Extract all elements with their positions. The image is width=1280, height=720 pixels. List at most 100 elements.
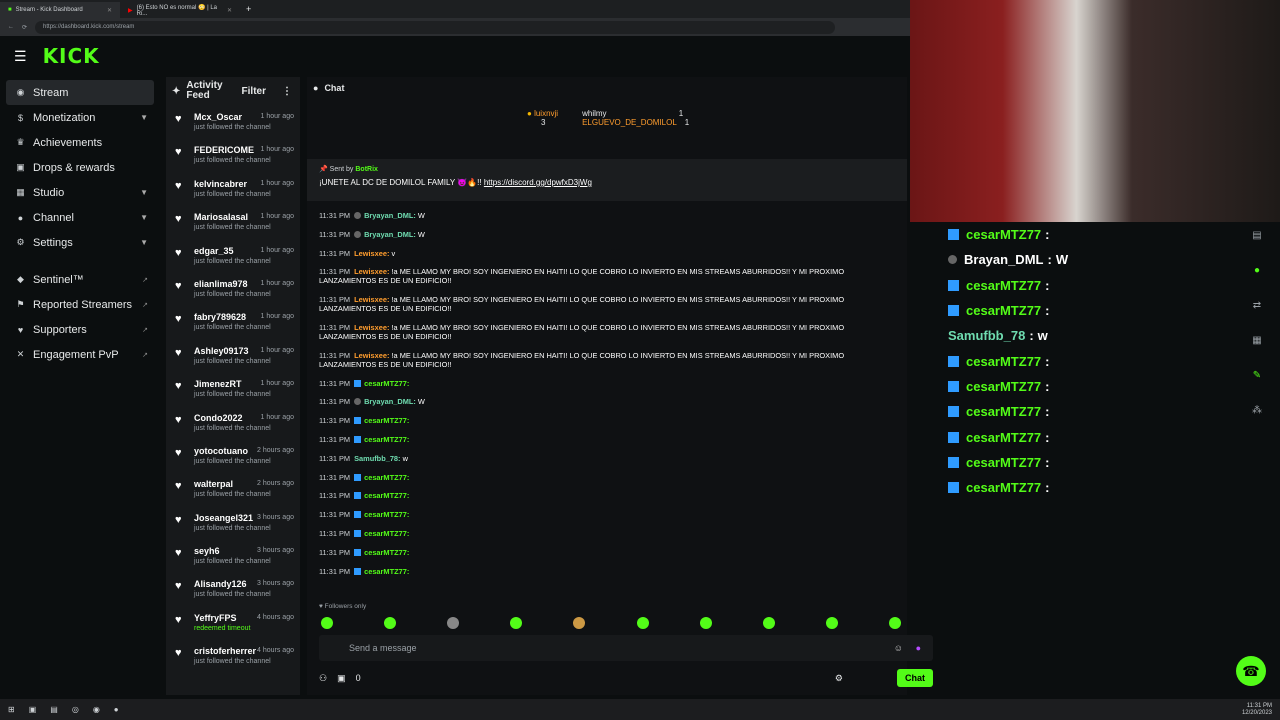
- chat-input[interactable]: Send a message ☺ ●: [319, 635, 933, 661]
- sidebar-item-engagement-pvp[interactable]: ✕ Engagement PvP ↗: [0, 342, 160, 367]
- emote-icon[interactable]: [510, 617, 523, 629]
- activity-feed-header: ✦ Activity Feed Filter ⋮: [166, 77, 300, 105]
- filter-button[interactable]: Filter: [242, 86, 266, 97]
- sidebar-item-studio[interactable]: ▦ Studio ▼: [0, 180, 160, 205]
- badge-icon: [948, 255, 957, 265]
- activity-time: 1 hour ago: [260, 413, 294, 421]
- emote-icon[interactable]: [699, 617, 712, 629]
- folder-icon[interactable]: ▤: [50, 705, 58, 714]
- sidebar-item-label: Supporters: [33, 323, 87, 336]
- wrench-icon[interactable]: ✎: [1244, 362, 1270, 388]
- overlay-colon: :: [1045, 353, 1050, 369]
- sidebar-item-reported-streamers[interactable]: ⚑ Reported Streamers ↗: [0, 292, 160, 317]
- heart-icon: ♥: [175, 547, 182, 560]
- sidebar-item-settings[interactable]: ⚙ Settings ▼: [0, 230, 160, 255]
- message-user[interactable]: cesarMTZ77:: [364, 529, 409, 538]
- tab-youtube[interactable]: ▶ (6) Esto NO es normal 😳 | La Ri... ✕: [120, 2, 240, 18]
- back-icon[interactable]: ←: [8, 24, 14, 30]
- users-icon[interactable]: ⚇: [319, 673, 327, 684]
- more-options-icon[interactable]: ⋮: [282, 86, 292, 97]
- sidebar-item-stream[interactable]: ◉ Stream: [6, 80, 154, 105]
- chat-title: Chat: [324, 83, 345, 93]
- tab-kick-dashboard[interactable]: ■ Stream - Kick Dashboard ✕: [0, 2, 120, 18]
- shield-icon: ◆: [17, 274, 24, 284]
- activity-desc: just followed the channel: [194, 190, 271, 198]
- swords-icon: ✕: [16, 349, 25, 359]
- message-user[interactable]: cesarMTZ77:: [364, 379, 409, 388]
- taskbar-app-icon[interactable]: ▣: [29, 705, 37, 714]
- message-user[interactable]: Lewisxee:: [354, 295, 389, 304]
- message-user[interactable]: Lewisxee:: [354, 267, 389, 276]
- message-user[interactable]: Bryayan_DML:: [364, 397, 416, 406]
- message-text: !a ME LLAMO MY BRO! SOY INGENIERO EN HAI…: [319, 350, 845, 369]
- taskbar-app-icon[interactable]: ◎: [72, 705, 79, 714]
- settings-icon[interactable]: ⚙: [835, 673, 843, 684]
- followers-only-label: Followers only: [324, 603, 367, 610]
- chat-icon[interactable]: ●: [1244, 257, 1270, 283]
- refresh-icon[interactable]: ⟳: [22, 24, 27, 31]
- message-user[interactable]: cesarMTZ77:: [364, 548, 409, 557]
- message-text: !a ME LLAMO MY BRO! SOY INGENIERO EN HAI…: [319, 267, 845, 286]
- heart-icon: ♥: [175, 279, 182, 292]
- discord-link[interactable]: https://discord.gg/dpwfxD3jWg: [484, 178, 592, 187]
- gift-icon[interactable]: ▣: [337, 673, 346, 684]
- overlay-text: w: [1037, 328, 1048, 344]
- sidebar-item-supporters[interactable]: ♥ Supporters ↗: [0, 317, 160, 342]
- emote-icon[interactable]: [636, 617, 649, 629]
- emote-icon[interactable]: [573, 617, 586, 629]
- message-user[interactable]: Lewisxee:: [354, 323, 389, 332]
- sidebar-item-monetization[interactable]: $ Monetization ▼: [0, 105, 160, 130]
- subscriber-badge-icon: [948, 456, 959, 468]
- message-user[interactable]: Lewisxee:: [354, 249, 389, 258]
- hamburger-menu-icon[interactable]: ☰: [14, 48, 27, 65]
- new-tab-icon[interactable]: +: [246, 4, 251, 14]
- message-user[interactable]: cesarMTZ77:: [364, 473, 409, 482]
- windows-start-icon[interactable]: ⊞: [8, 705, 15, 714]
- pin-icon: ✦: [172, 85, 181, 97]
- activity-time: 1 hour ago: [260, 213, 294, 221]
- taskbar-app-icon[interactable]: ◉: [93, 705, 100, 714]
- close-tab-icon[interactable]: ✕: [107, 7, 112, 14]
- sidebar-item-sentinel[interactable]: ◆ Sentinel™ ↗: [0, 267, 160, 292]
- chat-message: 11:31 PM Lewisxee: v: [319, 249, 899, 258]
- message-user[interactable]: Samufbb_78:: [354, 454, 400, 463]
- overlay-line: cesarMTZ77:: [948, 298, 1078, 323]
- close-tab-icon[interactable]: ✕: [227, 7, 232, 14]
- send-chat-button[interactable]: Chat: [897, 669, 933, 687]
- support-chat-button[interactable]: ☎: [1236, 656, 1266, 686]
- message-time: 11:31 PM: [319, 547, 351, 557]
- message-user[interactable]: cesarMTZ77:: [364, 491, 409, 500]
- emote-icon[interactable]: [321, 617, 333, 629]
- sidebar-item-channel[interactable]: ● Channel ▼: [0, 205, 160, 230]
- emote-icon[interactable]: [888, 617, 901, 629]
- message-user[interactable]: Bryayan_DML:: [364, 230, 416, 239]
- kick-emote-icon[interactable]: ●: [916, 643, 921, 653]
- kick-logo[interactable]: KICK: [43, 44, 100, 68]
- subscriber-badge-icon: [948, 406, 959, 418]
- activity-time: 1 hour ago: [260, 346, 294, 354]
- cluster-icon[interactable]: ⁂: [1244, 397, 1270, 423]
- message-user[interactable]: cesarMTZ77:: [364, 510, 409, 519]
- layers-icon[interactable]: ▦: [1244, 327, 1270, 353]
- link-icon[interactable]: ⇄: [1244, 292, 1270, 318]
- sidebar-item-achievements[interactable]: ♛ Achievements: [0, 130, 160, 155]
- message-user[interactable]: Lewisxee:: [354, 351, 389, 360]
- message-user[interactable]: Bryayan_DML:: [364, 211, 416, 220]
- spotify-icon[interactable]: ●: [114, 705, 119, 714]
- emote-icon[interactable]: [825, 617, 838, 629]
- emote-icon[interactable]: [762, 617, 775, 629]
- url-input[interactable]: https://dashboard.kick.com/stream: [35, 20, 836, 34]
- emote-icon[interactable]: [447, 617, 460, 629]
- sidebar-item-drops[interactable]: ▣ Drops & rewards: [0, 155, 160, 180]
- emoji-icon[interactable]: ☺: [894, 643, 903, 653]
- activity-desc: just followed the channel: [194, 591, 271, 599]
- overlay-line: cesarMTZ77:: [948, 374, 1078, 399]
- file-icon[interactable]: ▤: [1244, 222, 1270, 248]
- emote-icon[interactable]: [384, 617, 397, 629]
- message-user[interactable]: cesarMTZ77:: [364, 435, 409, 444]
- message-time: 11:31 PM: [319, 322, 351, 332]
- message-user[interactable]: cesarMTZ77:: [364, 416, 409, 425]
- chat-message: 11:31 PM Bryayan_DML: W: [319, 230, 899, 239]
- message-user[interactable]: cesarMTZ77:: [364, 567, 409, 576]
- overlay-colon: :: [1045, 303, 1050, 319]
